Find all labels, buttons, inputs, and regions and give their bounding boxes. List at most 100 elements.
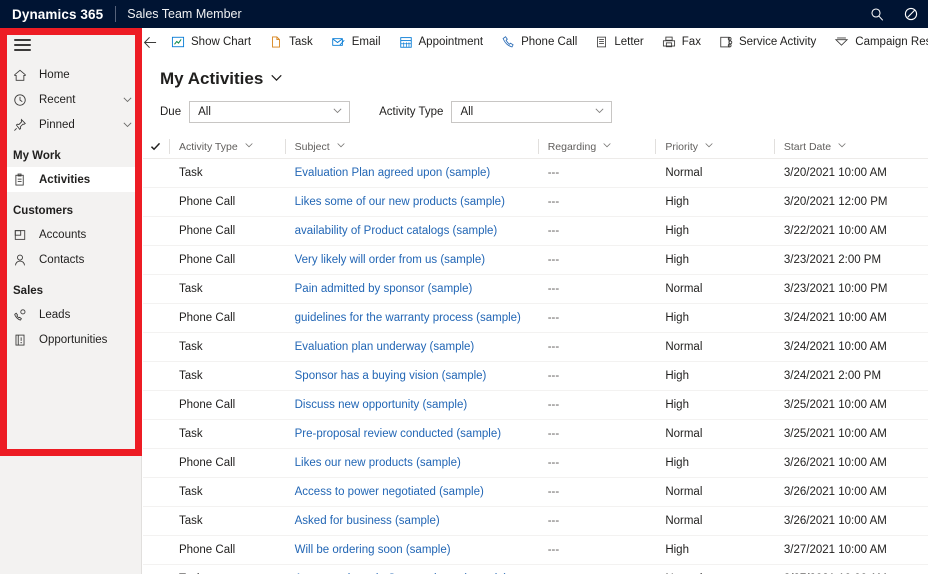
sidebar-item-leads[interactable]: Leads xyxy=(0,302,141,327)
campaign-response-icon xyxy=(834,35,849,49)
table-row[interactable]: Phone Call Likes our new products (sample… xyxy=(143,449,928,478)
sidebar-item-activities[interactable]: Activities xyxy=(0,167,141,192)
sidebar-item-contacts[interactable]: Contacts xyxy=(0,247,141,272)
cell-subject[interactable]: Evaluation plan underway (sample) xyxy=(285,341,538,353)
select-all-checkbox[interactable] xyxy=(143,139,169,154)
due-filter-value: All xyxy=(198,106,211,118)
table-row[interactable]: Phone Call Very likely will order from us… xyxy=(143,246,928,275)
cell-subject[interactable]: Sponsor has a buying vision (sample) xyxy=(285,370,538,382)
column-header-priority[interactable]: Priority xyxy=(655,139,774,154)
site-map-hamburger-icon[interactable] xyxy=(0,28,141,62)
table-row[interactable]: Phone Call Will be ordering soon (sample)… xyxy=(143,536,928,565)
task-page-icon xyxy=(269,35,283,49)
cell-activity-type: Phone Call xyxy=(178,312,236,324)
due-filter-dropdown[interactable]: All xyxy=(189,101,351,123)
cell-subject[interactable]: Likes our new products (sample) xyxy=(285,457,538,469)
sidebar-item-opportunities[interactable]: Opportunities xyxy=(0,327,141,352)
cell-activity-type: Task xyxy=(178,341,203,353)
cell-subject[interactable]: Discuss new opportunity (sample) xyxy=(285,399,538,411)
column-header-subject[interactable]: Subject xyxy=(284,139,538,154)
cell-subject[interactable]: Evaluation Plan agreed upon (sample) xyxy=(285,167,538,179)
cell-priority: High xyxy=(665,196,689,208)
cell-subject[interactable]: Access to power negotiated (sample) xyxy=(285,486,538,498)
assistant-circle-icon[interactable] xyxy=(894,0,928,28)
table-row[interactable]: Phone Call availability of Product catalo… xyxy=(143,217,928,246)
column-header-regarding[interactable]: Regarding xyxy=(537,139,656,154)
cell-subject[interactable]: Likes some of our new products (sample) xyxy=(285,196,538,208)
cell-start-date: 3/20/2021 12:00 PM xyxy=(783,196,888,208)
new-service-activity-button[interactable]: Service Activity xyxy=(710,28,825,56)
cell-priority: Normal xyxy=(665,428,703,440)
contact-person-icon xyxy=(13,253,30,267)
search-icon[interactable] xyxy=(860,0,894,28)
chart-icon xyxy=(171,35,185,49)
cell-subject[interactable]: Very likely will order from us (sample) xyxy=(285,254,538,266)
table-row[interactable]: Task Evaluation Plan agreed upon (sample)… xyxy=(143,159,928,188)
new-email-button[interactable]: Email xyxy=(322,28,390,56)
app-name: Sales Team Member xyxy=(127,7,242,21)
email-icon xyxy=(331,35,346,49)
hamburger-lines xyxy=(14,36,31,54)
new-task-button[interactable]: Task xyxy=(260,28,322,56)
back-arrow-icon[interactable] xyxy=(143,28,158,56)
cell-regarding: --- xyxy=(547,341,560,353)
view-selector[interactable]: My Activities xyxy=(143,56,928,89)
table-row[interactable]: Phone Call Discuss new opportunity (sampl… xyxy=(143,391,928,420)
new-appointment-button[interactable]: Appointment xyxy=(390,28,493,56)
top-bar-actions xyxy=(860,0,928,28)
cell-subject[interactable]: Pain admitted by sponsor (sample) xyxy=(285,283,538,295)
sidebar-item-pinned[interactable]: Pinned xyxy=(0,112,141,137)
chevron-down-icon[interactable] xyxy=(270,71,283,89)
sidebar-item-label: Pinned xyxy=(39,118,75,131)
cell-activity-type: Task xyxy=(178,283,203,295)
page-title: My Activities xyxy=(160,68,264,88)
cell-subject[interactable]: availability of Product catalogs (sample… xyxy=(285,225,538,237)
command-label: Letter xyxy=(614,36,644,48)
table-row[interactable]: Task Access to power negotiated (sample) -… xyxy=(143,478,928,507)
chevron-down-icon xyxy=(594,103,605,121)
cell-priority: High xyxy=(665,544,689,556)
sidebar-item-accounts[interactable]: Accounts xyxy=(0,222,141,247)
new-campaign-response-button[interactable]: Campaign Response xyxy=(825,28,928,56)
cell-subject[interactable]: Will be ordering soon (sample) xyxy=(285,544,538,556)
grid-header-row: Activity Type Subject Regarding Priority… xyxy=(143,135,928,159)
cell-regarding: --- xyxy=(547,196,560,208)
table-row[interactable]: Task Sponsor has a buying vision (sample)… xyxy=(143,362,928,391)
cell-subject[interactable]: Pre-proposal review conducted (sample) xyxy=(285,428,538,440)
cell-regarding: --- xyxy=(547,225,560,237)
chevron-down-icon[interactable] xyxy=(122,94,133,105)
activity-type-filter-dropdown[interactable]: All xyxy=(451,101,613,123)
cell-priority: Normal xyxy=(665,283,703,295)
table-row[interactable]: Task Evaluation plan underway (sample) ---… xyxy=(143,333,928,362)
cell-subject[interactable]: guidelines for the warranty process (sam… xyxy=(285,312,538,324)
command-label: Email xyxy=(351,36,381,48)
new-fax-button[interactable]: Fax xyxy=(653,28,710,56)
new-phone-call-button[interactable]: Phone Call xyxy=(492,28,586,56)
table-row[interactable]: Phone Call guidelines for the warranty pr… xyxy=(143,304,928,333)
column-header-activity-type[interactable]: Activity Type xyxy=(168,139,285,154)
clock-icon xyxy=(13,93,30,107)
table-row[interactable]: TaskAgree to above in Sponsor letter (sa… xyxy=(143,565,928,574)
column-header-start-date[interactable]: Start Date xyxy=(773,139,928,154)
cell-start-date: 3/25/2021 10:00 AM xyxy=(783,399,887,411)
sidebar-item-label: Home xyxy=(39,68,70,81)
cell-start-date: 3/24/2021 10:00 AM xyxy=(783,312,887,324)
sidebar-item-label: Opportunities xyxy=(39,333,108,346)
sidebar-item-recent[interactable]: Recent xyxy=(0,87,141,112)
chevron-down-icon[interactable] xyxy=(122,119,133,130)
cell-priority: Normal xyxy=(665,515,703,527)
sidebar-item-home[interactable]: Home xyxy=(0,62,141,87)
grid-body: Task Evaluation Plan agreed upon (sample)… xyxy=(143,159,928,574)
new-letter-button[interactable]: Letter xyxy=(586,28,652,56)
cell-start-date: 3/22/2021 10:00 AM xyxy=(783,225,887,237)
table-row[interactable]: Task Pain admitted by sponsor (sample) ---… xyxy=(143,275,928,304)
table-row[interactable]: Phone Call Likes some of our new products… xyxy=(143,188,928,217)
table-row[interactable]: Task Pre-proposal review conducted (sampl… xyxy=(143,420,928,449)
filter-row: Due All Activity Type All xyxy=(143,89,928,123)
table-row[interactable]: Task Asked for business (sample) --- Normal… xyxy=(143,507,928,536)
cell-regarding: --- xyxy=(547,428,560,440)
cell-subject[interactable]: Asked for business (sample) xyxy=(285,515,538,527)
show-chart-button[interactable]: Show Chart xyxy=(162,28,260,56)
command-label: Service Activity xyxy=(738,36,817,48)
cell-regarding: --- xyxy=(547,283,560,295)
